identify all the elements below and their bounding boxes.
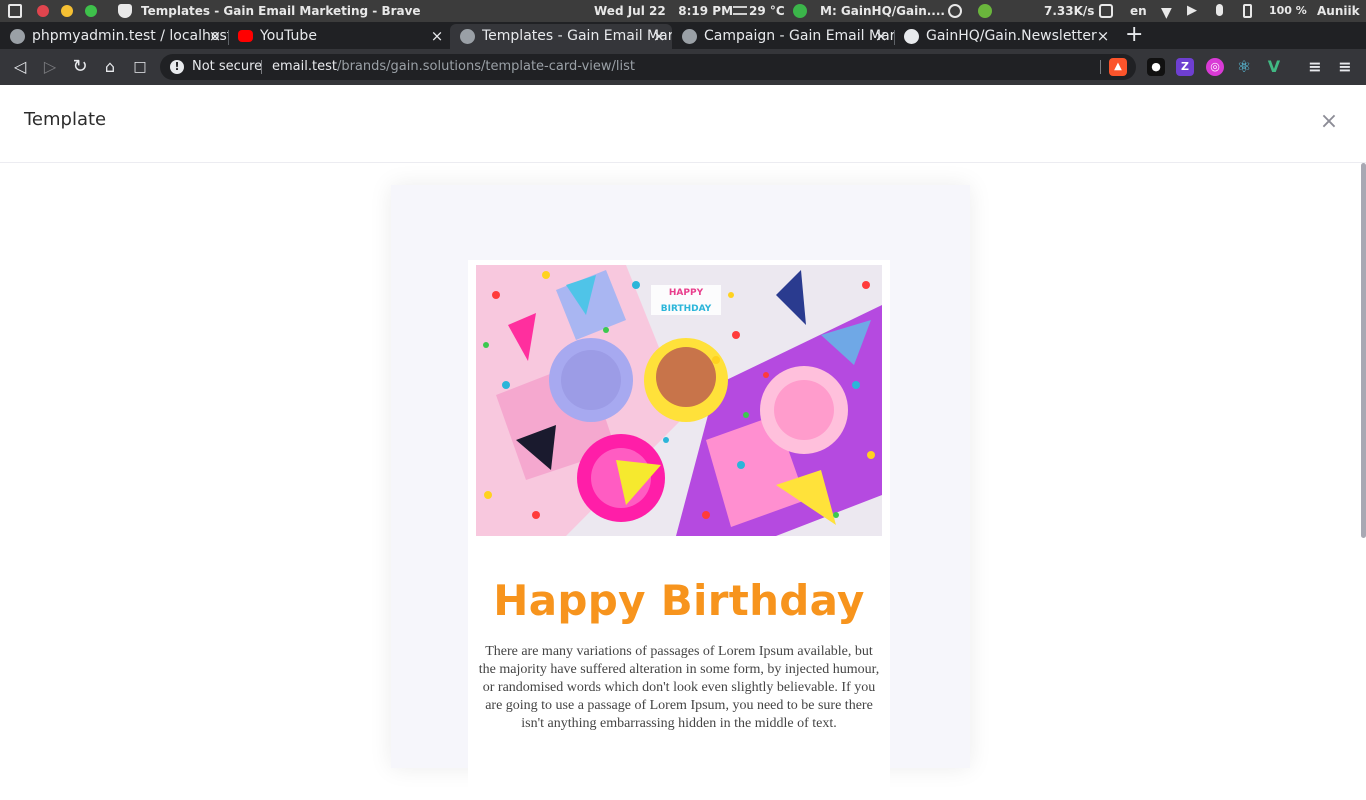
close-icon[interactable]: × xyxy=(652,24,666,49)
tab-youtube[interactable]: YouTube × xyxy=(228,24,450,49)
tab-title: Templates - Gain Email Marketing xyxy=(482,28,672,44)
close-icon[interactable]: × xyxy=(430,24,444,49)
home-button[interactable]: ⌂ xyxy=(98,55,122,79)
close-icon[interactable]: × xyxy=(1318,111,1340,133)
url-host: email.test xyxy=(272,59,337,74)
tab-templates[interactable]: Templates - Gain Email Marketing × xyxy=(450,24,672,49)
vue-devtools-icon[interactable]: V xyxy=(1265,58,1283,76)
browser-toolbar: ◁ ▷ ↻ ⌂ □ ! Not secure email.test/brands… xyxy=(0,49,1366,85)
banner-text-line1: HAPPY xyxy=(669,288,704,298)
weather-text[interactable]: 29 °C xyxy=(749,0,785,22)
tab-phpmyadmin[interactable]: phpmyadmin.test / localhost × xyxy=(0,24,228,49)
tab-title: phpmyadmin.test / localhost xyxy=(32,28,228,44)
extension-pink-icon[interactable]: ◎ xyxy=(1206,58,1224,76)
omnibox-divider xyxy=(1100,60,1101,74)
template-preview: HAPPY BIRTHDAY Happy Birthday There are … xyxy=(391,185,970,800)
wifi-icon[interactable]: ▼ xyxy=(1161,2,1172,24)
brave-shields-icon[interactable]: ▲ xyxy=(1109,58,1127,76)
address-bar[interactable]: ! Not secure email.test/brands/gain.solu… xyxy=(160,54,1136,80)
os-top-bar: Templates - Gain Email Marketing - Brave… xyxy=(0,0,1366,22)
bookmark-button[interactable]: □ xyxy=(128,55,152,79)
activities-icon[interactable] xyxy=(8,4,22,18)
page-header: Template × xyxy=(0,85,1366,163)
new-tab-button[interactable]: + xyxy=(1125,24,1143,46)
react-devtools-icon[interactable]: ⚛ xyxy=(1235,58,1253,76)
window-title: Templates - Gain Email Marketing - Brave xyxy=(141,4,421,18)
battery-icon[interactable] xyxy=(1243,4,1252,18)
keyboard-language[interactable]: en xyxy=(1130,0,1147,22)
close-icon[interactable]: × xyxy=(1096,24,1110,49)
window-minimize-dot[interactable] xyxy=(61,5,73,17)
url-text[interactable]: email.test/brands/gain.solutions/templat… xyxy=(272,54,635,80)
clock[interactable]: Wed Jul 22 8:19 PM xyxy=(594,0,733,22)
back-button[interactable]: ◁ xyxy=(8,55,32,79)
window-close-dot[interactable] xyxy=(37,5,49,17)
email-body-text: There are many variations of passages of… xyxy=(478,644,880,731)
youtube-icon xyxy=(238,30,253,42)
window-maximize-dot[interactable] xyxy=(85,5,97,17)
tab-title: GainHQ/Gain.Newsletter xyxy=(926,28,1097,44)
weather-icon xyxy=(733,6,747,15)
email-card: HAPPY BIRTHDAY Happy Birthday There are … xyxy=(468,260,890,800)
tab-campaign[interactable]: Campaign - Gain Email Marketing × xyxy=(672,24,894,49)
forward-button[interactable]: ▷ xyxy=(38,55,62,79)
github-icon xyxy=(904,29,919,44)
user-name[interactable]: Auniik xyxy=(1317,0,1360,22)
refresh-indicator-icon xyxy=(793,4,807,18)
scrollbar[interactable] xyxy=(1361,163,1366,538)
tab-github[interactable]: GainHQ/Gain.Newsletter × xyxy=(894,24,1116,49)
close-icon[interactable]: × xyxy=(874,24,888,49)
tab-title: Campaign - Gain Email Marketing xyxy=(704,28,894,44)
network-speed: 7.33K/s xyxy=(1044,4,1095,18)
menu-icon[interactable]: ≡ xyxy=(1336,58,1354,76)
globe-icon xyxy=(460,29,475,44)
close-icon[interactable]: × xyxy=(208,24,222,49)
globe-icon xyxy=(10,29,25,44)
globe-icon xyxy=(682,29,697,44)
settings-tray-icon[interactable] xyxy=(948,4,962,18)
tab-strip: phpmyadmin.test / localhost × YouTube × … xyxy=(0,22,1366,49)
extension-dark-icon[interactable]: ● xyxy=(1147,58,1165,76)
microphone-icon[interactable] xyxy=(1216,4,1223,16)
url-path: /brands/gain.solutions/template-card-vie… xyxy=(336,59,635,74)
warning-icon[interactable]: ! xyxy=(170,60,184,74)
check-tray-icon[interactable] xyxy=(978,4,992,18)
brave-lion-icon xyxy=(118,4,132,18)
volume-icon[interactable]: ▶ xyxy=(1187,0,1197,22)
birthday-party-image: HAPPY BIRTHDAY xyxy=(476,265,882,536)
mail-indicator[interactable]: M: GainHQ/Gain.... xyxy=(820,0,945,22)
email-headline: Happy Birthday xyxy=(493,576,865,625)
screenshot-tray-icon[interactable] xyxy=(1099,4,1113,18)
extension-z-icon[interactable]: Z xyxy=(1176,58,1194,76)
banner-text-line2: BIRTHDAY xyxy=(661,304,712,314)
security-label[interactable]: Not secure xyxy=(192,54,262,80)
omnibox-divider xyxy=(261,60,262,74)
tab-title: YouTube xyxy=(260,28,317,44)
reload-button[interactable]: ↻ xyxy=(68,55,92,79)
page-title: Template xyxy=(24,109,107,130)
battery-level: 100 % xyxy=(1269,4,1307,17)
media-controls-icon[interactable]: ≡ xyxy=(1306,58,1324,76)
